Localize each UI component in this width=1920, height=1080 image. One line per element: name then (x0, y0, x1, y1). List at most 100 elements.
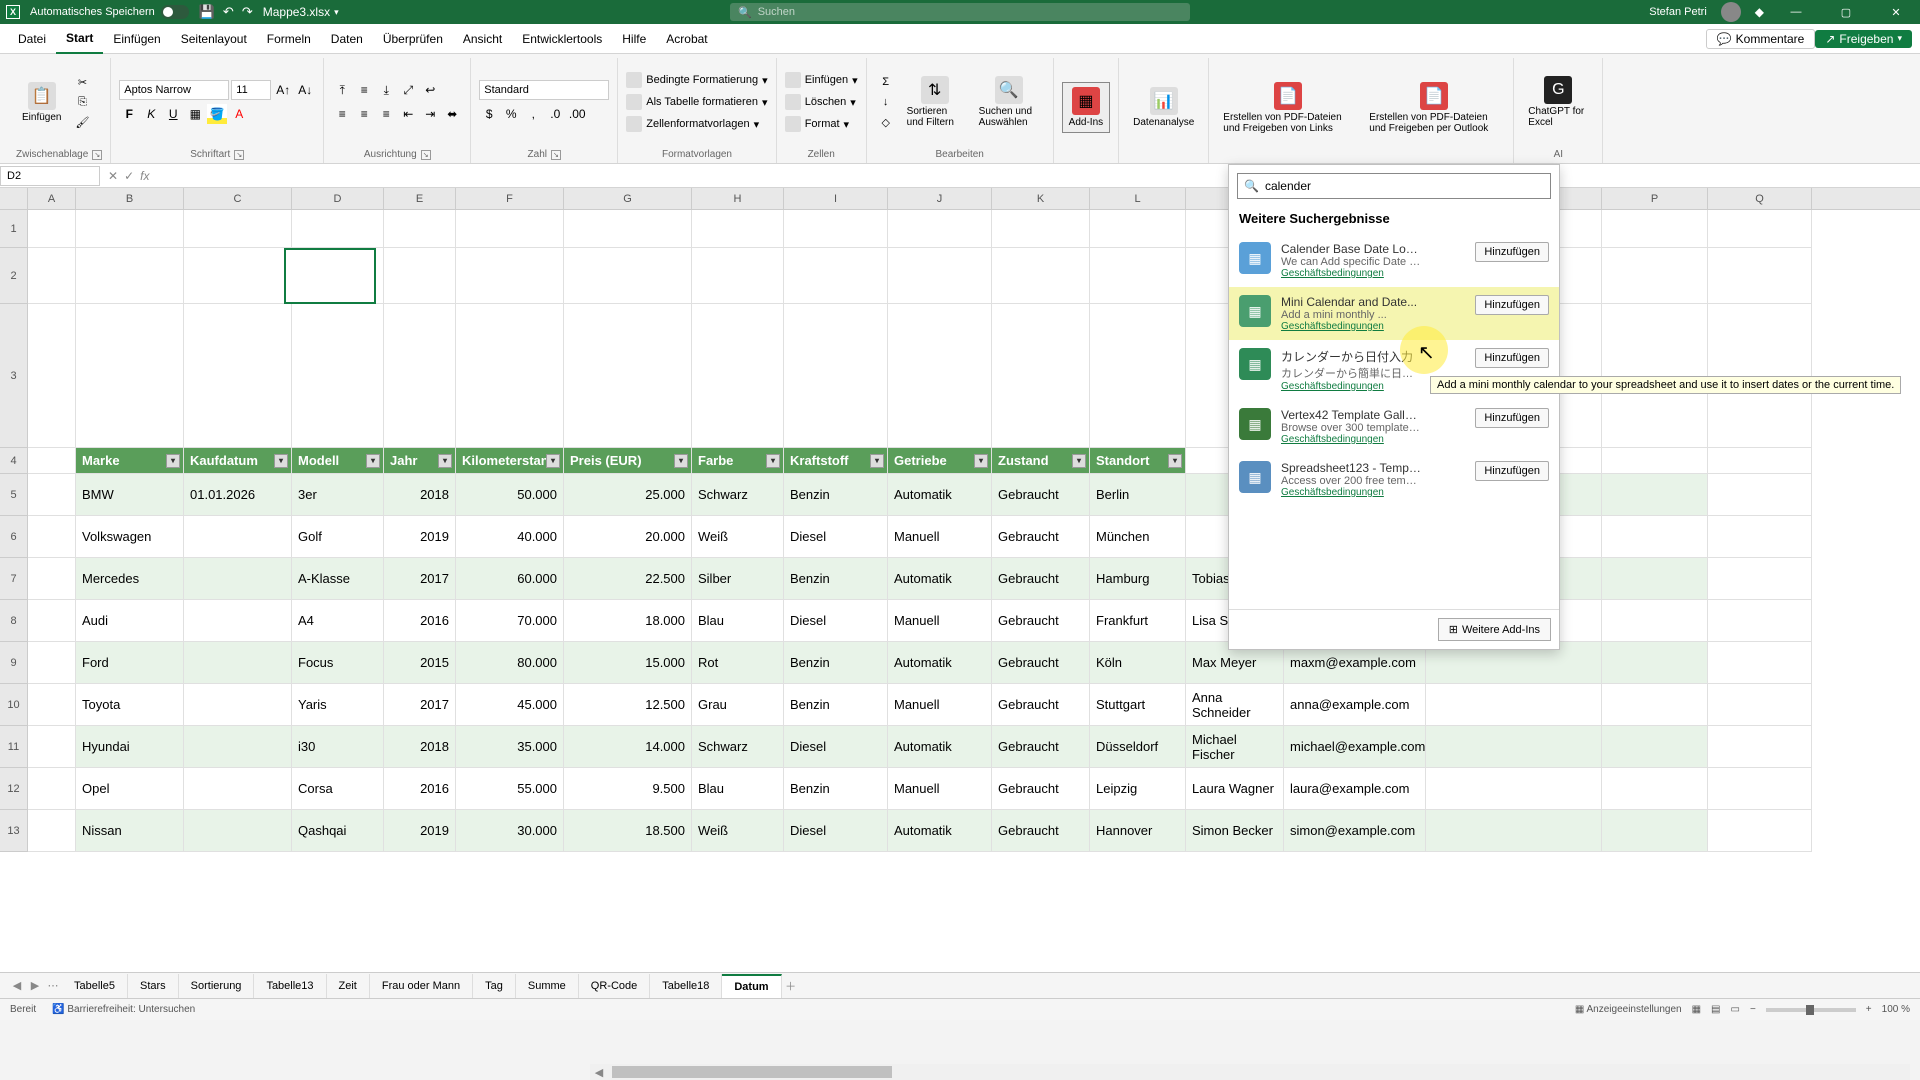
cell[interactable] (184, 810, 292, 851)
addin-item[interactable]: ▦ Mini Calendar and Date... Add a mini m… (1229, 287, 1559, 340)
cell[interactable] (1708, 684, 1812, 725)
row-header[interactable]: 9 (0, 642, 28, 684)
cell[interactable] (456, 304, 564, 447)
cell[interactable]: 30.000 (456, 810, 564, 851)
cell[interactable]: Michael Fischer (1186, 726, 1284, 767)
cell[interactable] (184, 248, 292, 303)
view-break-icon[interactable]: ▭ (1731, 1004, 1740, 1015)
cell[interactable]: Manuell (888, 684, 992, 725)
cell[interactable] (1708, 726, 1812, 767)
cell[interactable]: michael@example.com (1284, 726, 1426, 767)
format-as-table-button[interactable]: Als Tabelle formatieren ▾ (626, 91, 767, 113)
sort-filter-button[interactable]: ⇅Sortieren und Filtern (901, 72, 969, 132)
dialog-launcher-icon[interactable]: ↘ (551, 150, 561, 160)
fill-color-icon[interactable]: 🪣 (207, 104, 227, 124)
tab-file[interactable]: Datei (8, 24, 56, 54)
cell[interactable]: Schwarz (692, 474, 784, 515)
cell[interactable] (1708, 558, 1812, 599)
cell[interactable] (76, 248, 184, 303)
cell[interactable]: Stuttgart (1090, 684, 1186, 725)
sheet-tab[interactable]: Datum (722, 974, 781, 998)
cell[interactable]: 20.000 (564, 516, 692, 557)
cell[interactable]: laura@example.com (1284, 768, 1426, 809)
cell[interactable]: Hannover (1090, 810, 1186, 851)
addin-item[interactable]: ▦ Spreadsheet123 - Templ... Access over … (1229, 453, 1559, 506)
cell[interactable] (1602, 516, 1708, 557)
cell[interactable]: Gebraucht (992, 768, 1090, 809)
cell[interactable] (888, 304, 992, 447)
find-select-button[interactable]: 🔍Suchen und Auswählen (973, 72, 1045, 132)
cell[interactable]: Golf (292, 516, 384, 557)
cell[interactable] (888, 248, 992, 303)
cell[interactable]: 15.000 (564, 642, 692, 683)
sheet-tab[interactable]: Tabelle13 (254, 974, 326, 998)
indent-increase-icon[interactable]: ⇥ (420, 104, 440, 124)
col-header[interactable]: A (28, 188, 76, 209)
align-top-icon[interactable]: ⤒ (332, 80, 352, 100)
cell[interactable]: anna@example.com (1284, 684, 1426, 725)
filter-dropdown-icon[interactable]: ▾ (366, 454, 380, 468)
sheet-tab[interactable]: Stars (128, 974, 179, 998)
cell[interactable]: Benzin (784, 768, 888, 809)
cell[interactable]: 2018 (384, 474, 456, 515)
toggle-switch[interactable] (161, 5, 189, 19)
cell[interactable] (184, 684, 292, 725)
autosave-toggle[interactable]: Automatisches Speichern (30, 5, 189, 19)
cell[interactable] (456, 210, 564, 247)
col-header[interactable]: I (784, 188, 888, 209)
col-header[interactable]: G (564, 188, 692, 209)
cell[interactable]: Anna Schneider (1186, 684, 1284, 725)
row-header[interactable]: 4 (0, 448, 28, 474)
cell[interactable]: Düsseldorf (1090, 726, 1186, 767)
addin-add-button[interactable]: Hinzufügen (1475, 242, 1549, 262)
tab-nav-next-icon[interactable]: ▶ (26, 979, 44, 992)
col-header[interactable]: D (292, 188, 384, 209)
cell[interactable]: Berlin (1090, 474, 1186, 515)
cell[interactable]: Benzin (784, 684, 888, 725)
cell[interactable]: Audi (76, 600, 184, 641)
cell[interactable]: Automatik (888, 474, 992, 515)
tab-data[interactable]: Daten (321, 24, 373, 54)
cell[interactable] (992, 248, 1090, 303)
number-format-select[interactable]: Standard (479, 80, 609, 100)
cell[interactable]: 9.500 (564, 768, 692, 809)
font-name-select[interactable]: Aptos Narrow (119, 80, 229, 100)
cell[interactable] (184, 726, 292, 767)
cell[interactable] (1426, 726, 1602, 767)
cell[interactable]: Gebraucht (992, 600, 1090, 641)
cell[interactable] (28, 210, 76, 247)
close-button[interactable]: ✕ (1878, 6, 1914, 19)
align-left-icon[interactable]: ≡ (332, 104, 352, 124)
cell[interactable]: Automatik (888, 810, 992, 851)
cell[interactable] (784, 248, 888, 303)
sheet-tab[interactable]: Tag (473, 974, 516, 998)
decrease-font-icon[interactable]: A↓ (295, 80, 315, 100)
addin-add-button[interactable]: Hinzufügen (1475, 408, 1549, 428)
addin-search-input[interactable] (1265, 179, 1544, 193)
cell[interactable]: Mercedes (76, 558, 184, 599)
italic-icon[interactable]: K (141, 104, 161, 124)
cell[interactable]: 2015 (384, 642, 456, 683)
cell[interactable]: 3er (292, 474, 384, 515)
font-color-icon[interactable]: A (229, 104, 249, 124)
row-header[interactable]: 13 (0, 810, 28, 852)
filename[interactable]: Mappe3.xlsx ▾ (263, 5, 339, 19)
cell[interactable] (28, 304, 76, 447)
col-header[interactable]: B (76, 188, 184, 209)
cell[interactable]: Gebraucht (992, 726, 1090, 767)
cell[interactable]: 22.500 (564, 558, 692, 599)
border-icon[interactable]: ▦ (185, 104, 205, 124)
addin-add-button[interactable]: Hinzufügen (1475, 348, 1549, 368)
cell[interactable] (784, 304, 888, 447)
cell[interactable]: Ford (76, 642, 184, 683)
cell[interactable]: Schwarz (692, 726, 784, 767)
name-box[interactable]: D2 (0, 166, 100, 186)
tab-view[interactable]: Ansicht (453, 24, 512, 54)
row-header[interactable]: 5 (0, 474, 28, 516)
cell[interactable]: Nissan (76, 810, 184, 851)
cell[interactable]: Silber (692, 558, 784, 599)
cell[interactable] (76, 210, 184, 247)
cell[interactable] (28, 726, 76, 767)
cell[interactable] (1708, 474, 1812, 515)
cell[interactable]: 2017 (384, 684, 456, 725)
